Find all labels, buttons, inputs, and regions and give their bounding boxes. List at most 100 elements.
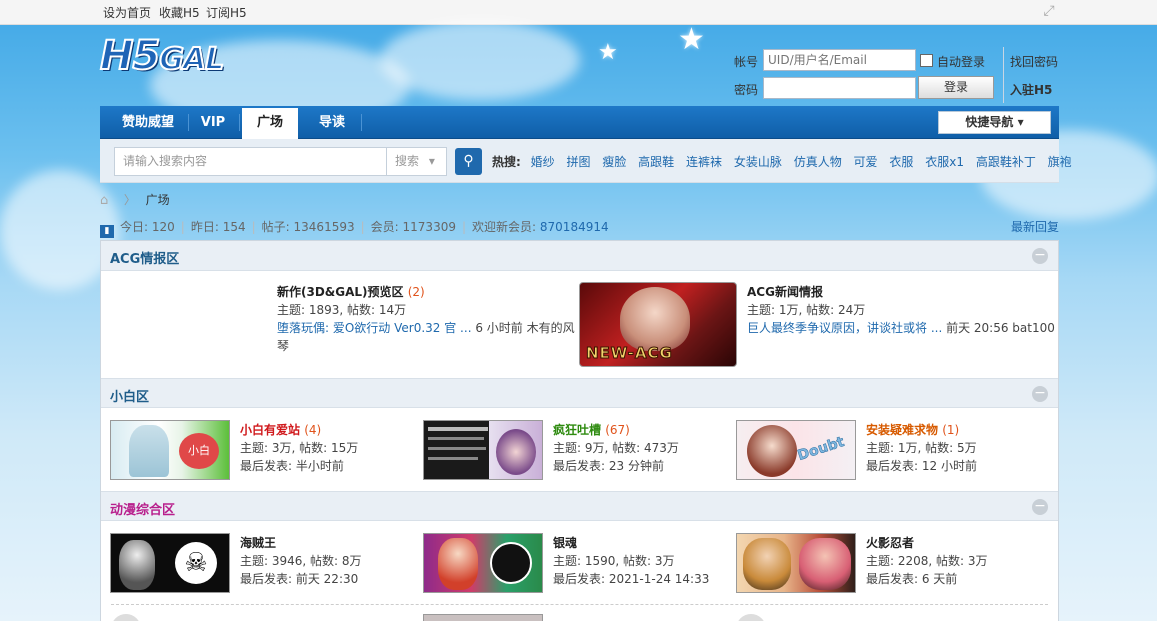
posts-label: 帖子: xyxy=(261,220,290,234)
forum-meta: 主题: 1893, 帖数: 14万 xyxy=(277,303,407,317)
skull-icon: ☠ xyxy=(175,542,217,584)
search-bar: 请输入搜索内容 搜索 ▾ ⚲ 热搜: 婚纱 拼图 瘦脸 高跟鞋 连裤袜 女装山脉… xyxy=(100,139,1072,183)
forum-name[interactable]: 疯狂吐槽 (67) xyxy=(553,421,630,438)
last-post-link[interactable]: 堕落玩偶: 爱O欲行动 Ver0.32 官 ... xyxy=(277,321,472,335)
nav-sponsor[interactable]: 赞助威望 xyxy=(106,106,190,139)
forum-name[interactable]: 安装疑难求物 (1) xyxy=(866,421,959,438)
collapse-icon[interactable]: − xyxy=(1032,248,1048,264)
nav-divider xyxy=(188,114,189,131)
forum-last-post: 巨人最终季争议原因，讲谈社或将 ... 前天 20:56 bat100 xyxy=(747,321,1055,335)
nav-guide[interactable]: 导读 xyxy=(303,106,361,139)
subscribe-link[interactable]: 订阅H5 xyxy=(206,4,247,21)
forum-thumbnail[interactable] xyxy=(423,533,543,593)
hot-search-term[interactable]: 高跟鞋 xyxy=(638,155,674,169)
forum-thumbnail[interactable]: ☠ xyxy=(110,533,230,593)
nav-divider xyxy=(361,114,362,131)
emblem-icon xyxy=(490,542,532,584)
account-input[interactable] xyxy=(763,49,916,71)
auto-login-checkbox[interactable] xyxy=(920,54,933,67)
thumbnail-caption: 小白 xyxy=(179,433,219,469)
forum-thumbnail[interactable]: 小白 xyxy=(110,420,230,480)
forum-name[interactable]: 银魂 xyxy=(553,534,577,551)
forum-thumbnail[interactable] xyxy=(736,533,856,593)
quick-nav-dropdown[interactable]: 快捷导航 ▾ xyxy=(938,111,1051,134)
character-art xyxy=(620,287,690,351)
forum-name[interactable]: 海贼王 xyxy=(240,534,276,551)
new-member-link[interactable]: 870184914 xyxy=(540,220,609,234)
caret-down-icon: ▾ xyxy=(428,154,435,168)
thumbnail-text-line xyxy=(428,437,484,440)
last-post-link[interactable]: 巨人最终季争议原因，讲谈社或将 ... xyxy=(747,321,942,335)
forum-meta: 主题: 3万, 帖数: 15万 xyxy=(240,441,359,455)
forum-meta: 主题: 1590, 帖数: 3万 xyxy=(553,554,675,568)
bar-chart-icon: ▮ xyxy=(100,225,114,238)
hot-search-term[interactable]: 衣服 xyxy=(889,155,913,169)
hot-search-term[interactable]: 高跟鞋补丁 xyxy=(976,155,1036,169)
nav-plaza[interactable]: 广场 xyxy=(242,108,298,141)
bookmark-link[interactable]: 收藏H5 xyxy=(159,4,200,21)
collapse-icon[interactable]: − xyxy=(1032,386,1048,402)
hot-search-term[interactable]: 连裤袜 xyxy=(686,155,722,169)
fullscreen-icon[interactable]: ⤢ xyxy=(1041,3,1057,19)
forum-name[interactable]: 火影忍者 xyxy=(866,534,914,551)
character-art xyxy=(119,540,155,590)
forum-name[interactable]: 小白有爱站 (4) xyxy=(240,421,321,438)
recent-replies-link[interactable]: 最新回复 xyxy=(1011,218,1059,235)
register-link[interactable]: 入驻H5 xyxy=(1010,81,1052,98)
hot-search-term[interactable]: 女装山脉 xyxy=(734,155,782,169)
forum-thumbnail[interactable]: Doubt xyxy=(736,420,856,480)
top-utility-bar: 设为首页 收藏H5 订阅H5 ⤢ xyxy=(0,0,1157,25)
forum-meta: 主题: 1万, 帖数: 5万 xyxy=(866,441,977,455)
section-header-acg: ACG情报区 − xyxy=(101,241,1058,271)
forum-name[interactable]: 新作(3D&GAL)预览区 (2) xyxy=(277,283,425,300)
forum-last-post[interactable]: 最后发表: 2021-1-24 14:33 xyxy=(553,570,709,587)
search-input[interactable]: 请输入搜索内容 xyxy=(114,147,387,176)
thumbnail-text-line xyxy=(428,447,486,450)
main-nav: 赞助威望 VIP 广场 导读 快捷导航 ▾ xyxy=(100,106,1059,141)
collapse-icon[interactable]: − xyxy=(1032,499,1048,515)
hot-search-term[interactable]: 瘦脸 xyxy=(602,155,626,169)
members-label: 会员: xyxy=(370,220,399,234)
forum-last-post[interactable]: 最后发表: 前天 22:30 xyxy=(240,570,358,587)
forum-item: ☠ 海贼王 主题: 3946, 帖数: 8万 最后发表: 前天 22:30 xyxy=(110,533,410,595)
set-homepage-link[interactable]: 设为首页 xyxy=(103,4,151,21)
forum-meta: 主题: 1万, 帖数: 24万 xyxy=(747,303,866,317)
nav-divider xyxy=(239,114,240,131)
section-title[interactable]: 小白区 xyxy=(110,386,149,405)
hot-search-term[interactable]: 旗袍 xyxy=(1048,155,1072,169)
auto-login-label[interactable]: 自动登录 xyxy=(937,53,985,70)
forum-last-post[interactable]: 最后发表: 6 天前 xyxy=(866,570,957,587)
forum-last-post[interactable]: 最后发表: 23 分钟前 xyxy=(553,457,664,474)
yesterday-count: 154 xyxy=(222,220,246,234)
nav-vip[interactable]: VIP xyxy=(190,106,236,139)
hot-search-term[interactable]: 婚纱 xyxy=(531,155,555,169)
forum-last-post-user[interactable]: 琴 xyxy=(277,337,289,354)
character-art xyxy=(743,538,791,590)
account-label: 帐号 xyxy=(734,55,759,69)
forum-thumbnail[interactable] xyxy=(423,420,543,480)
hot-search-term[interactable]: 衣服x1 xyxy=(925,155,964,169)
quick-nav-label: 快捷导航 xyxy=(965,115,1014,129)
site-logo[interactable]: H5GAL xyxy=(99,32,254,80)
login-button[interactable]: 登录 xyxy=(918,76,994,99)
forum-name[interactable]: ACG新闻情报 xyxy=(747,283,823,300)
password-input[interactable] xyxy=(763,77,916,99)
section-title[interactable]: ACG情报区 xyxy=(110,248,179,267)
hot-search-term[interactable]: 仿真人物 xyxy=(794,155,842,169)
hot-search-term[interactable]: 可爱 xyxy=(854,155,878,169)
section-title[interactable]: 动漫综合区 xyxy=(110,499,175,518)
forum-last-post[interactable]: 最后发表: 半小时前 xyxy=(240,457,344,474)
search-scope-select[interactable]: 搜索 ▾ xyxy=(386,147,447,176)
forum-thumbnail[interactable]: NEW-ACG xyxy=(579,282,737,367)
caret-down-icon: ▾ xyxy=(1017,115,1024,129)
search-button[interactable]: ⚲ xyxy=(455,148,482,175)
hot-search-term[interactable]: 拼图 xyxy=(566,155,590,169)
find-password-link[interactable]: 找回密码 xyxy=(1010,53,1058,70)
forum-stats: ▮ 今日: 120 | 昨日: 154 | 帖子: 13461593 | 会员: 117330… xyxy=(100,218,609,238)
home-icon[interactable]: ⌂ xyxy=(100,193,114,208)
thumbnail-text-line xyxy=(428,457,478,460)
forum-item: 银魂 主题: 1590, 帖数: 3万 最后发表: 2021-1-24 14:3… xyxy=(423,533,723,595)
character-art xyxy=(129,425,169,477)
forum-last-post[interactable]: 最后发表: 12 小时前 xyxy=(866,457,977,474)
logo-text-gal: GAL xyxy=(158,41,225,78)
